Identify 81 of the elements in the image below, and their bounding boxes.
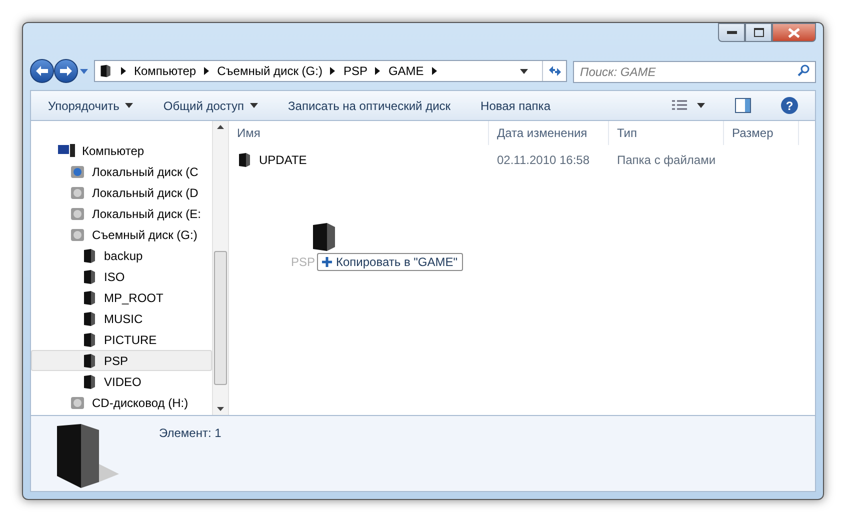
column-header[interactable]: Размер — [724, 121, 799, 145]
column-header[interactable]: Имя — [229, 121, 489, 145]
scrollbar[interactable] — [212, 121, 229, 415]
folder-icon — [82, 374, 98, 390]
refresh-icon — [548, 65, 562, 77]
folder-icon — [82, 268, 98, 284]
plus-icon — [322, 257, 332, 267]
caret-icon — [520, 68, 528, 74]
cd-drive-icon — [70, 394, 86, 410]
folder-icon — [99, 64, 113, 78]
scroll-thumb[interactable] — [214, 251, 227, 385]
tree-item[interactable]: MP_ROOT — [31, 287, 212, 308]
minimize-icon — [726, 30, 736, 34]
folder-icon — [82, 290, 98, 306]
toolbar-button[interactable]: Общий доступ — [163, 96, 258, 114]
tree-item[interactable]: Компьютер — [31, 140, 212, 161]
drive-icon — [70, 206, 86, 222]
tree-item[interactable]: PICTURE — [31, 329, 212, 350]
folder-icon — [82, 248, 98, 264]
caret-icon — [125, 103, 134, 108]
chevron-icon — [432, 67, 437, 75]
item-count: Элемент: 1 — [159, 425, 222, 442]
folder-icon — [82, 310, 98, 326]
history-dropdown[interactable] — [80, 68, 88, 74]
type-cell-text: Папка с файлами — [616, 152, 717, 169]
back-button[interactable] — [30, 59, 54, 83]
maximize-button[interactable] — [745, 23, 772, 42]
tree-item[interactable]: MUSIC — [31, 308, 212, 329]
tree-item[interactable]: Локальный диск (C — [31, 161, 212, 182]
tree-item[interactable]: CD-дисковод (H:) — [31, 392, 212, 413]
maximize-icon — [754, 28, 764, 37]
minimize-button[interactable] — [718, 23, 745, 42]
view-options-button[interactable] — [672, 100, 705, 111]
pane-icon — [735, 98, 751, 113]
drive-icon — [70, 164, 86, 180]
chevron-icon — [204, 67, 210, 75]
breadcrumb[interactable]: Компьютер — [134, 62, 196, 80]
close-button[interactable] — [772, 23, 816, 42]
forward-button[interactable] — [54, 59, 78, 83]
tree-item[interactable]: Локальный диск (D — [31, 182, 212, 203]
chevron-icon — [121, 67, 126, 75]
tree-item[interactable]: Локальный диск (E: — [31, 203, 212, 224]
breadcrumb[interactable]: GAME — [388, 62, 424, 80]
toolbar-button[interactable]: Записать на оптический диск — [288, 96, 451, 114]
toolbar-button[interactable]: Упорядочить — [48, 96, 134, 114]
column-header[interactable]: Дата изменения — [489, 121, 609, 145]
arrow-right-icon — [59, 65, 73, 77]
folder-icon — [237, 152, 253, 168]
date-cell-text: 02.11.2010 16:58 — [496, 152, 591, 169]
tree-item[interactable]: ISO — [31, 266, 212, 287]
list-view-icon — [672, 100, 687, 111]
folder-icon — [82, 352, 98, 368]
folder-icon — [82, 332, 98, 348]
caret-icon — [697, 103, 705, 108]
file-name-cell[interactable]: UPDATE — [229, 151, 489, 169]
caret-icon — [250, 103, 258, 108]
search-field[interactable]: Поиск: GAME — [573, 61, 816, 83]
search-icon — [797, 64, 810, 77]
tree-item[interactable]: Съемный диск (G:) — [31, 224, 212, 245]
tree-item[interactable]: PSP — [31, 350, 212, 371]
tree-item[interactable]: VIDEO — [31, 371, 212, 392]
breadcrumb[interactable]: Съемный диск (G:) — [217, 62, 322, 80]
address-bar[interactable]: Компьютер Съемный диск (G:) PSP GAME — [94, 60, 567, 82]
breadcrumb[interactable]: PSP — [343, 62, 368, 80]
arrow-left-icon — [35, 65, 49, 77]
drive-icon — [70, 184, 86, 200]
drive-icon — [70, 226, 86, 242]
dragged-item-label: PSP — [291, 254, 316, 271]
close-icon — [788, 28, 800, 38]
column-header[interactable]: Тип — [609, 121, 724, 145]
help-button[interactable]: ? — [781, 97, 798, 114]
toolbar-button[interactable]: Новая папка — [480, 96, 550, 114]
scroll-up-icon — [217, 125, 224, 129]
tree-item[interactable]: backup — [31, 245, 212, 266]
drag-tooltip: Копировать в "GAME" — [317, 253, 463, 271]
chevron-icon — [375, 67, 380, 75]
computer-icon — [58, 144, 76, 158]
caret-icon — [80, 68, 88, 74]
preview-pane-button[interactable] — [735, 98, 751, 113]
scroll-down-icon — [217, 407, 224, 411]
chevron-icon — [330, 67, 336, 75]
